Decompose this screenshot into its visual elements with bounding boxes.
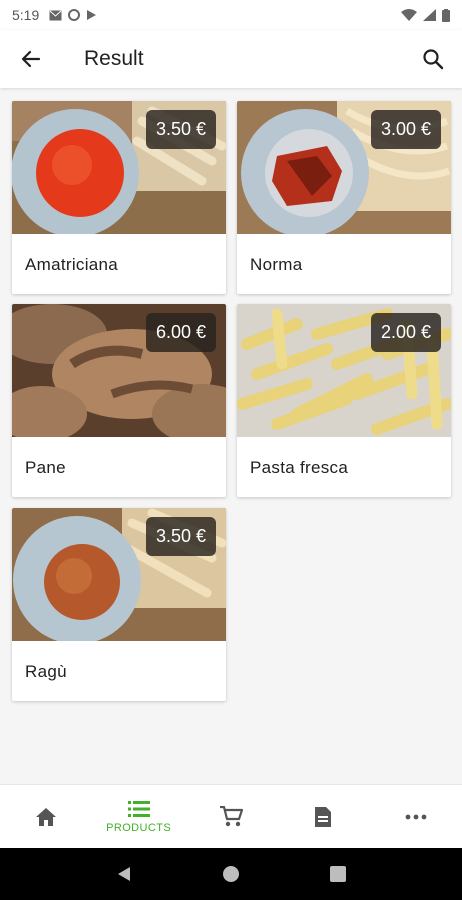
nav-products[interactable]: PRODUCTS: [92, 785, 184, 848]
price-badge: 3.50 €: [145, 110, 216, 149]
price-badge: 6.00 €: [145, 313, 216, 352]
wifi-icon: [401, 9, 417, 21]
system-recents-icon[interactable]: [329, 865, 347, 883]
product-card[interactable]: 3.50 € Ragù: [12, 508, 226, 701]
product-grid: 3.50 € Amatriciana 3.00 € Norma 6.00 € P…: [0, 88, 462, 783]
document-icon: [315, 806, 332, 827]
nav-documents[interactable]: [277, 785, 369, 848]
system-status-icons: [401, 8, 450, 22]
sync-icon: [68, 9, 81, 21]
system-home-icon[interactable]: [222, 865, 240, 883]
product-name: Amatriciana: [25, 255, 119, 274]
nav-cart[interactable]: [185, 785, 277, 848]
signal-icon: [423, 9, 436, 21]
price-badge: 3.00 €: [370, 110, 441, 149]
mail-icon: [49, 10, 62, 20]
price-badge: 2.00 €: [370, 313, 441, 352]
system-navigation-bar: [0, 848, 462, 900]
battery-icon: [442, 8, 450, 22]
product-name: Norma: [250, 255, 303, 274]
play-store-icon: [87, 10, 97, 20]
list-icon: [127, 800, 150, 817]
search-button[interactable]: [404, 30, 462, 88]
bottom-navigation: PRODUCTS: [0, 784, 462, 848]
cart-icon: [220, 805, 244, 826]
page-title: Result: [84, 47, 144, 70]
price-badge: 3.50 €: [145, 517, 216, 556]
back-button[interactable]: [0, 30, 62, 88]
product-card[interactable]: 3.00 € Norma: [237, 101, 451, 294]
product-card[interactable]: 2.00 € Pasta fresca: [237, 304, 451, 497]
product-card[interactable]: 3.50 € Amatriciana: [12, 101, 226, 294]
system-back-icon[interactable]: [115, 865, 133, 883]
product-card[interactable]: 6.00 € Pane: [12, 304, 226, 497]
notification-icons: [49, 9, 97, 21]
nav-home[interactable]: [0, 785, 92, 848]
arrow-back-icon: [21, 50, 41, 68]
home-icon: [36, 807, 57, 826]
status-bar: 5:19: [0, 0, 462, 30]
nav-more[interactable]: [370, 785, 462, 848]
product-name: Pane: [25, 458, 66, 477]
status-time: 5:19: [12, 7, 40, 23]
product-name: Pasta fresca: [250, 458, 349, 477]
product-name: Ragù: [25, 662, 67, 681]
search-icon: [423, 49, 444, 70]
more-icon: [405, 814, 427, 819]
app-bar: Result: [0, 30, 462, 88]
nav-products-label: PRODUCTS: [106, 821, 172, 834]
